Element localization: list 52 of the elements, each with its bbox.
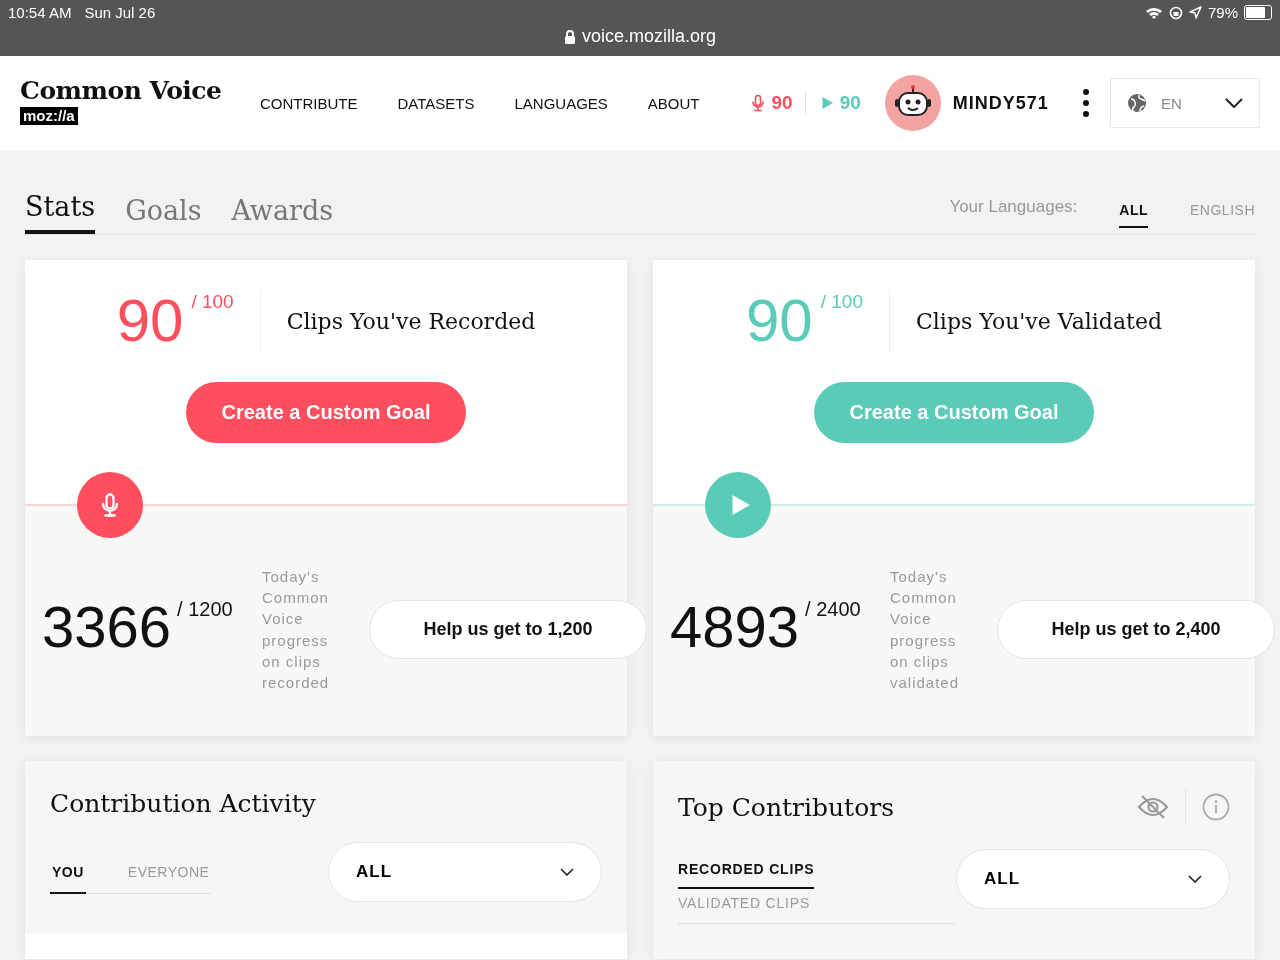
battery-icon xyxy=(1244,5,1272,20)
validated-count: 90 xyxy=(839,92,861,114)
language-tab[interactable]: ALL xyxy=(1119,194,1149,228)
hide-visibility-button[interactable] xyxy=(1137,794,1169,820)
logo-title[interactable]: Common Voice xyxy=(20,75,222,105)
profile-tab[interactable]: Stats xyxy=(25,191,96,234)
languages-label: Your Languages: xyxy=(949,197,1078,217)
lock-icon xyxy=(563,28,576,45)
today-count: 4893 xyxy=(670,597,800,656)
rotation-lock-icon xyxy=(1168,5,1183,20)
today-total: / 1200 xyxy=(177,597,233,621)
filter-tab[interactable]: YOU xyxy=(50,858,86,894)
chevron-down-icon xyxy=(1225,98,1243,108)
globe-icon xyxy=(1127,93,1147,113)
goal-total: / 100 xyxy=(191,291,234,313)
filter-tab[interactable]: RECORDED CLIPS xyxy=(678,855,815,889)
card-title: Contribution Activity xyxy=(50,789,317,818)
info-icon xyxy=(1202,793,1230,821)
help-goal-button[interactable]: Help us get to 1,200 xyxy=(369,600,647,660)
chevron-down-icon xyxy=(1188,875,1202,883)
username[interactable]: MINDY571 xyxy=(952,92,1049,114)
goal-count: 90 xyxy=(116,291,184,351)
status-time: 10:54 AM xyxy=(8,4,72,21)
goal-total: / 100 xyxy=(820,291,863,313)
battery-percent: 79% xyxy=(1207,4,1238,21)
goal-count: 90 xyxy=(746,291,813,351)
profile-tab[interactable]: Goals xyxy=(125,195,202,234)
address-text[interactable]: voice.mozilla.org xyxy=(581,26,717,47)
status-date: Sun Jul 26 xyxy=(84,4,156,21)
nav-link[interactable]: DATASETS xyxy=(397,94,475,112)
goal-title: Clips You've Validated xyxy=(916,308,1162,334)
menu-icon xyxy=(1082,89,1089,117)
profile-tab[interactable]: Awards xyxy=(231,195,334,234)
location-arrow-icon xyxy=(1188,6,1202,19)
goal-title: Clips You've Recorded xyxy=(286,308,536,334)
filter-dropdown[interactable]: ALL xyxy=(328,842,602,902)
mozilla-logo[interactable]: moz://a xyxy=(20,106,78,125)
language-selector[interactable]: EN xyxy=(1110,78,1260,128)
nav-link[interactable]: CONTRIBUTE xyxy=(260,94,358,112)
nav-link[interactable]: ABOUT xyxy=(647,94,700,112)
card-title: Top Contributors xyxy=(678,792,894,822)
nav-link[interactable]: LANGUAGES xyxy=(514,94,608,112)
help-goal-button[interactable]: Help us get to 2,400 xyxy=(997,600,1275,660)
chevron-down-icon xyxy=(560,868,574,876)
today-count: 3366 xyxy=(42,597,172,656)
wifi-icon xyxy=(1144,5,1163,20)
today-total: / 2400 xyxy=(805,597,861,621)
filter-dropdown[interactable]: ALL xyxy=(956,849,1230,909)
eye-slash-icon xyxy=(1137,794,1169,820)
recorded-count: 90 xyxy=(771,92,793,114)
progress-description: Today's Common Voice progress on clips recorded xyxy=(262,567,331,693)
progress-description: Today's Common Voice progress on clips validated xyxy=(890,567,961,693)
